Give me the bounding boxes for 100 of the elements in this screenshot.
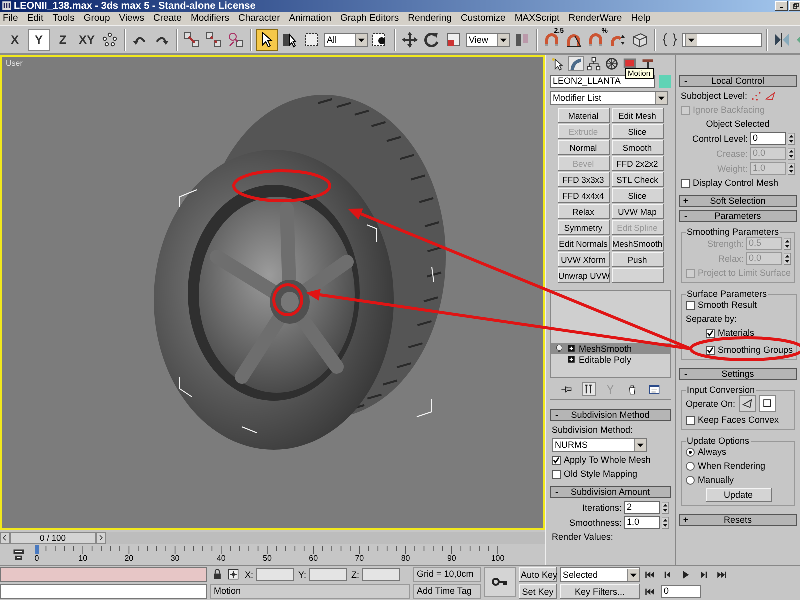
modifier-button[interactable]: UVW Xform <box>558 252 610 267</box>
radio-button[interactable] <box>686 448 695 456</box>
previous-frame-button[interactable] <box>0 532 10 544</box>
menu-item[interactable]: Help <box>631 13 651 24</box>
panel-tab[interactable] <box>586 56 602 71</box>
coordinate-field[interactable] <box>362 568 400 581</box>
menu-item[interactable]: Create <box>153 13 182 24</box>
menu-item[interactable]: Customize <box>460 13 506 24</box>
modifier-button[interactable]: Smooth <box>612 140 664 155</box>
checkbox[interactable] <box>681 178 690 188</box>
modifier-button[interactable]: Edit Mesh <box>612 108 664 123</box>
reference-coordinate-dropdown[interactable]: View <box>466 32 510 46</box>
menu-item[interactable]: Group <box>84 13 110 24</box>
time-slider-thumb[interactable]: 0 / 100 <box>10 532 96 544</box>
object-color-swatch[interactable] <box>659 75 671 88</box>
menu-item[interactable]: Graph Editors <box>340 13 400 24</box>
coordinate-field[interactable] <box>256 568 294 581</box>
spinner-arrows-icon[interactable] <box>788 148 795 160</box>
checkbox[interactable] <box>552 470 561 478</box>
next-frame-button[interactable] <box>96 532 106 544</box>
modifier-button[interactable]: Push <box>612 252 664 267</box>
menu-item[interactable]: RenderWare <box>568 13 622 24</box>
modifier-button[interactable]: FFD 4x4x4 <box>558 188 610 203</box>
axis-button[interactable]: Z <box>52 28 74 50</box>
operate-option-button[interactable] <box>738 395 756 412</box>
selection-filter-dropdown[interactable]: All <box>324 32 368 46</box>
menu-item[interactable]: Views <box>119 13 144 24</box>
menu-item[interactable]: Character <box>238 13 280 24</box>
modifier-button[interactable]: UVW Map <box>612 204 664 219</box>
maxscript-output-field[interactable] <box>0 584 207 599</box>
method-dropdown[interactable]: NURMS <box>552 438 647 452</box>
rollout-header[interactable]: - Settings <box>679 368 797 380</box>
spinner-arrows-icon[interactable] <box>784 252 792 264</box>
modifier-button[interactable]: FFD 3x3x3 <box>558 172 610 187</box>
menu-item[interactable]: File <box>3 13 18 24</box>
spinner-arrows-icon[interactable] <box>788 162 795 174</box>
modifier-button[interactable]: Relax <box>558 204 610 219</box>
modifier-button[interactable]: FFD 2x2x2 <box>612 156 664 171</box>
stack-tool-button[interactable] <box>582 382 596 396</box>
empty-modifier-button[interactable] <box>612 268 664 283</box>
stack-item[interactable]: MeshSmooth <box>551 343 670 354</box>
spinner-arrows-icon[interactable] <box>662 516 669 528</box>
maxscript-listener-field[interactable] <box>0 567 207 582</box>
modifier-button[interactable]: Symmetry <box>558 220 610 235</box>
modifier-list-dropdown[interactable]: Modifier List <box>550 91 668 105</box>
modifier-button[interactable]: MeshSmooth <box>612 236 664 251</box>
radio-button[interactable] <box>686 476 695 484</box>
axis-button[interactable]: Y <box>28 28 50 50</box>
menu-item[interactable]: Animation <box>289 13 332 24</box>
spinner-arrows-icon[interactable] <box>788 132 795 144</box>
rollout-header[interactable]: - Subdivision Method <box>550 409 671 421</box>
stack-item[interactable]: Editable Poly <box>551 354 670 365</box>
panel-tab[interactable] <box>550 56 566 71</box>
checkbox[interactable] <box>686 300 695 310</box>
modifier-button[interactable]: Unwrap UVW <box>558 268 610 283</box>
key-filters-button[interactable]: Key Filters... <box>560 584 640 599</box>
spinner-field[interactable]: 2 <box>624 501 660 514</box>
spinner-field[interactable]: 1,0 <box>624 516 660 529</box>
modifier-button[interactable]: Normal <box>558 140 610 155</box>
modifier-button[interactable]: Slice <box>612 188 664 203</box>
rollout-header[interactable]: + Soft Selection <box>679 195 797 207</box>
modifier-button[interactable]: STL Check <box>612 172 664 187</box>
object-name-field[interactable]: LEON2_LLANTA <box>550 75 655 88</box>
set-keys-button[interactable] <box>484 567 516 597</box>
rollout-header[interactable]: - Parameters <box>679 210 797 222</box>
minimize-button[interactable] <box>775 1 788 11</box>
auto-key-button[interactable]: Auto Key <box>519 567 557 582</box>
rollout-header[interactable]: - Local Control <box>679 75 797 87</box>
menu-item[interactable]: Edit <box>27 13 44 24</box>
panel-tab[interactable] <box>622 56 638 71</box>
axis-button[interactable]: XY <box>76 28 98 50</box>
add-time-tag-button[interactable]: Add Time Tag <box>413 584 481 599</box>
checkbox[interactable] <box>706 346 715 354</box>
menu-item[interactable]: MAXScript <box>514 13 560 24</box>
menu-item[interactable]: Rendering <box>408 13 452 24</box>
key-mode-dropdown[interactable]: Selected <box>560 567 640 582</box>
checkbox[interactable] <box>686 416 695 424</box>
menu-item[interactable]: Modifiers <box>190 13 230 24</box>
current-frame-field[interactable]: 0 <box>661 585 701 598</box>
rollout-header[interactable]: - Subdivision Amount <box>550 486 671 498</box>
checkbox[interactable] <box>706 328 715 338</box>
spinner-arrows-icon[interactable] <box>662 502 669 514</box>
stack-tool-button[interactable] <box>648 382 662 396</box>
coordinate-field[interactable] <box>308 568 347 581</box>
restore-button[interactable] <box>789 1 800 11</box>
menu-item[interactable]: Tools <box>52 13 75 24</box>
radio-button[interactable] <box>686 462 695 470</box>
modifier-button[interactable]: Slice <box>612 124 664 139</box>
operate-option-button[interactable] <box>758 395 776 412</box>
modifier-button[interactable]: Material <box>558 108 610 123</box>
spinner-field[interactable]: 0 <box>750 132 786 145</box>
panel-tab[interactable] <box>604 56 620 71</box>
checkbox[interactable] <box>552 456 561 464</box>
axis-button[interactable]: X <box>4 28 26 50</box>
named-selection-dropdown[interactable] <box>682 32 762 46</box>
update-button[interactable]: Update <box>706 488 772 502</box>
modifier-button[interactable]: Edit Normals <box>558 236 610 251</box>
rollout-header[interactable]: + Resets <box>679 514 797 526</box>
set-key-button[interactable]: Set Key <box>519 584 557 599</box>
spinner-arrows-icon[interactable] <box>784 238 792 250</box>
